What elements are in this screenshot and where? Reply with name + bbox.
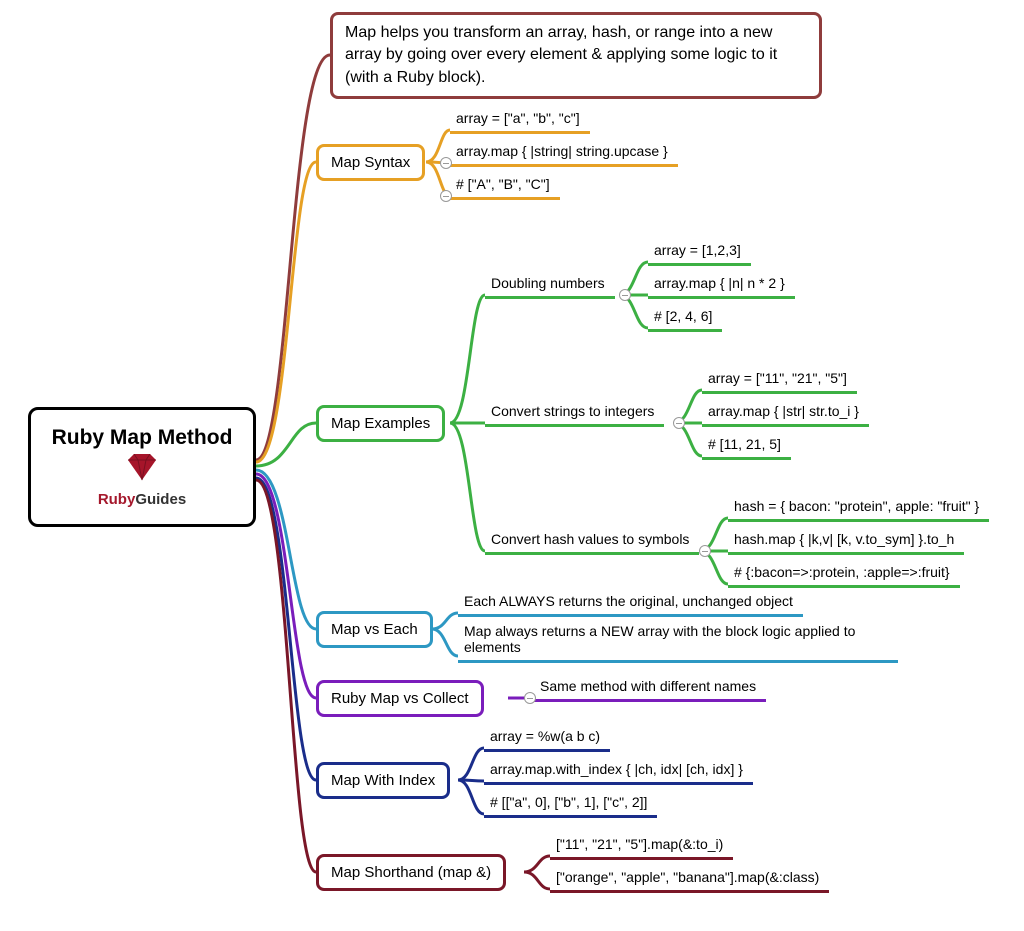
example-doubling-label: Doubling numbers: [485, 275, 615, 299]
shorthand-line-0: ["11", "21", "5"].map(&:to_i): [550, 836, 733, 860]
example-doubling-line-2: # [2, 4, 6]: [648, 308, 722, 332]
examples-node: Map Examples: [316, 405, 445, 442]
with-index-line-2: # [["a", 0], ["b", 1], ["c", 2]]: [484, 794, 657, 818]
root-node: Ruby Map Method RubyGuides: [28, 407, 256, 527]
example-str2int-line-1: array.map { |str| str.to_i }: [702, 403, 869, 427]
example-doubling-line-1: array.map { |n| n * 2 }: [648, 275, 795, 299]
ruby-gem-icon: [122, 454, 162, 489]
example-doubling-line-0: array = [1,2,3]: [648, 242, 751, 266]
rubyguides-logo: RubyGuides: [98, 491, 186, 508]
expand-icon[interactable]: [524, 692, 536, 704]
example-str2int-line-0: array = ["11", "21", "5"]: [702, 370, 857, 394]
example-hash-label: Convert hash values to symbols: [485, 531, 699, 555]
vs-collect-line-0: Same method with different names: [534, 678, 766, 702]
expand-icon[interactable]: [440, 157, 452, 169]
example-str2int-label: Convert strings to integers: [485, 403, 664, 427]
expand-icon[interactable]: [699, 545, 711, 557]
vs-each-line-1: Map always returns a NEW array with the …: [458, 623, 898, 663]
description-node: Map helps you transform an array, hash, …: [330, 12, 822, 99]
expand-icon[interactable]: [440, 190, 452, 202]
example-str2int-line-2: # [11, 21, 5]: [702, 436, 791, 460]
with-index-line-1: array.map.with_index { |ch, idx| [ch, id…: [484, 761, 753, 785]
syntax-node: Map Syntax: [316, 144, 425, 181]
example-hash-line-2: # {:bacon=>:protein, :apple=>:fruit}: [728, 564, 960, 588]
syntax-line-2: # ["A", "B", "C"]: [450, 176, 560, 200]
syntax-line-0: array = ["a", "b", "c"]: [450, 110, 590, 134]
shorthand-line-1: ["orange", "apple", "banana"].map(&:clas…: [550, 869, 829, 893]
vs-collect-node: Ruby Map vs Collect: [316, 680, 484, 717]
expand-icon[interactable]: [619, 289, 631, 301]
example-hash-line-1: hash.map { |k,v| [k, v.to_sym] }.to_h: [728, 531, 964, 555]
root-title: Ruby Map Method: [52, 426, 233, 450]
vs-each-node: Map vs Each: [316, 611, 433, 648]
syntax-line-1: array.map { |string| string.upcase }: [450, 143, 678, 167]
with-index-node: Map With Index: [316, 762, 450, 799]
with-index-line-0: array = %w(a b c): [484, 728, 610, 752]
vs-each-line-0: Each ALWAYS returns the original, unchan…: [458, 593, 803, 617]
expand-icon[interactable]: [673, 417, 685, 429]
shorthand-node: Map Shorthand (map &): [316, 854, 506, 891]
example-hash-line-0: hash = { bacon: "protein", apple: "fruit…: [728, 498, 989, 522]
